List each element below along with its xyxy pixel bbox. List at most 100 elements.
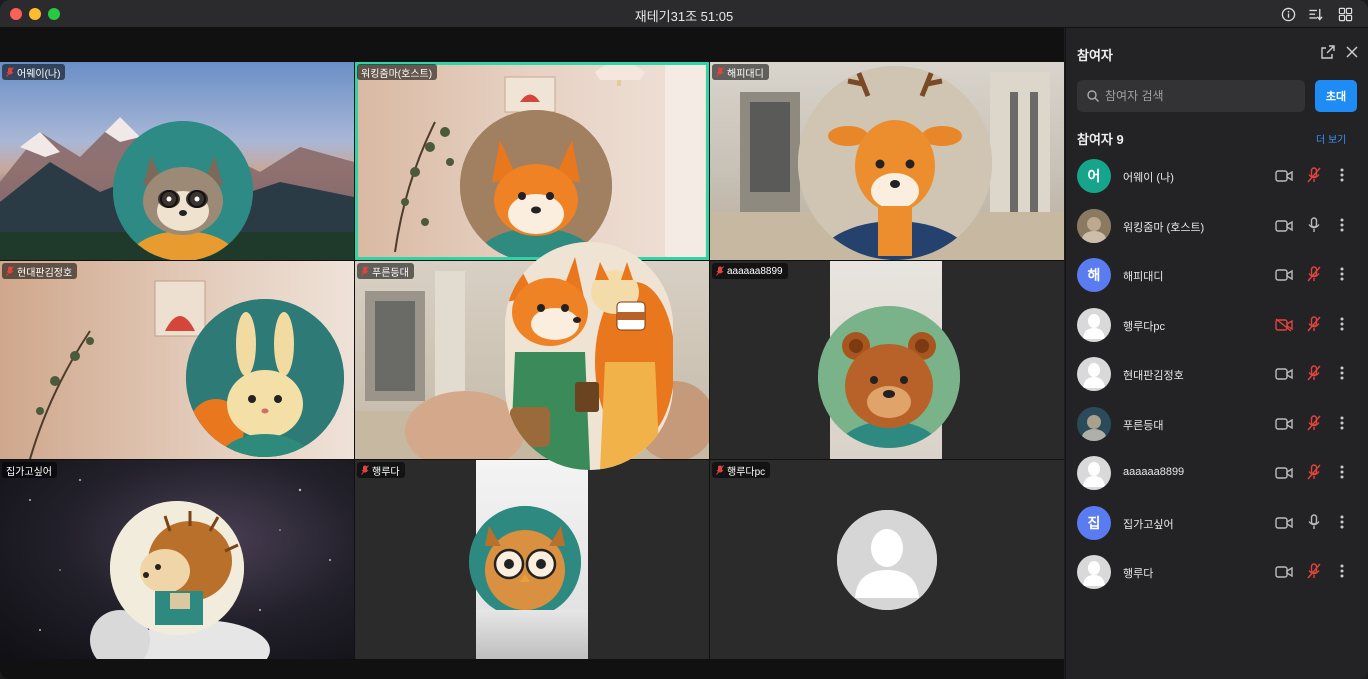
- participant-name-tag: 어웨이(나): [2, 64, 66, 80]
- camera-icon[interactable]: [1275, 516, 1293, 530]
- participant-name: 어웨이 (나): [1123, 172, 1174, 184]
- participant-row[interactable]: 집 집가고싶어: [1066, 498, 1368, 548]
- mic-muted-icon[interactable]: [1307, 365, 1321, 381]
- sort-icon[interactable]: [1307, 5, 1325, 23]
- bear-avatar: [818, 306, 960, 448]
- participant-search[interactable]: [1077, 80, 1305, 112]
- more-options-icon[interactable]: [1336, 463, 1348, 481]
- participant-row[interactable]: 행루다pc: [1066, 300, 1368, 350]
- owl-avatar: [469, 506, 581, 618]
- more-options-icon[interactable]: [1336, 364, 1348, 382]
- mic-muted-icon[interactable]: [1307, 315, 1321, 332]
- camera-icon[interactable]: [1275, 466, 1293, 480]
- camera-icon[interactable]: [1275, 219, 1293, 233]
- raccoon-avatar: [113, 121, 253, 260]
- participant-name-tag: 집가고싶어: [2, 462, 57, 478]
- avatar: [1077, 357, 1111, 391]
- avatar: [1077, 456, 1111, 490]
- more-options-icon[interactable]: [1336, 216, 1348, 234]
- panel-title: 참여자: [1077, 48, 1113, 63]
- mic-muted-icon: [6, 67, 14, 77]
- participant-name: aaaaaa8899: [1123, 466, 1185, 478]
- camera-icon[interactable]: [1275, 565, 1293, 579]
- title-bar: 재테기31조 51:05: [0, 0, 1368, 28]
- invite-button[interactable]: 초대: [1315, 80, 1357, 112]
- mic-muted-icon: [361, 465, 369, 475]
- search-icon: [1087, 90, 1099, 102]
- more-link[interactable]: 더 보기: [1316, 131, 1346, 146]
- participant-name: 행루다pc: [1123, 320, 1165, 333]
- hedgehog-avatar: [110, 501, 244, 635]
- fox-avatar: [460, 110, 612, 260]
- participant-name-tag: 푸른등대: [357, 263, 414, 279]
- mic-muted-icon[interactable]: [1307, 563, 1321, 579]
- camera-icon[interactable]: [1275, 367, 1293, 381]
- participant-name: 행루다: [1123, 568, 1154, 580]
- more-options-icon[interactable]: [1336, 166, 1348, 184]
- participant-list: 어 어웨이 (나) 워킹줌마 (호스트) 해 해피대디행루다pc 현대판김정호푸른등대 aa…: [1066, 151, 1368, 597]
- avatar: [1077, 307, 1111, 342]
- camera-icon[interactable]: [1275, 417, 1293, 431]
- participant-row[interactable]: 현대판김정호: [1066, 349, 1368, 399]
- more-options-icon[interactable]: [1336, 414, 1348, 432]
- mic-muted-icon: [716, 266, 724, 276]
- avatar: 어: [1077, 159, 1111, 193]
- participant-row[interactable]: 워킹줌마 (호스트): [1066, 201, 1368, 251]
- close-icon[interactable]: [1344, 44, 1360, 60]
- participant-row[interactable]: 어 어웨이 (나): [1066, 151, 1368, 201]
- video-tile[interactable]: 워킹줌마(호스트): [355, 62, 709, 260]
- participant-name: 푸른등대: [1123, 419, 1164, 432]
- mic-muted-icon: [716, 67, 724, 77]
- rabbit-avatar: [186, 299, 344, 457]
- avatar: [1077, 208, 1111, 243]
- camera-off-icon[interactable]: [1275, 317, 1293, 332]
- participant-row[interactable]: 푸른등대: [1066, 399, 1368, 449]
- participant-row[interactable]: aaaaaa8899: [1066, 448, 1368, 498]
- camera-icon[interactable]: [1275, 169, 1293, 183]
- participant-name: 집가고싶어: [1123, 518, 1174, 531]
- more-options-icon[interactable]: [1336, 513, 1348, 531]
- avatar: 집: [1077, 505, 1111, 540]
- avatar: [1077, 555, 1111, 589]
- participant-name-tag: 워킹줌마(호스트): [357, 64, 438, 80]
- participant-name-tag: 행루다: [357, 462, 405, 478]
- participant-count: 참여자 9: [1077, 132, 1124, 147]
- video-tile[interactable]: 행루다: [355, 460, 709, 659]
- grid-view-icon[interactable]: [1336, 5, 1354, 23]
- mic-muted-icon: [361, 266, 369, 276]
- mic-muted-icon: [716, 465, 724, 475]
- video-tile[interactable]: 어웨이(나): [0, 62, 354, 260]
- mic-muted-icon: [6, 266, 14, 276]
- video-tile[interactable]: 행루다pc: [710, 460, 1064, 659]
- mic-icon[interactable]: [1307, 216, 1321, 233]
- participant-name-tag: 해피대디: [712, 64, 769, 80]
- participant-name: 현대판김정호: [1123, 370, 1184, 382]
- video-tile[interactable]: 해피대디: [710, 62, 1064, 260]
- mic-muted-icon[interactable]: [1307, 266, 1321, 282]
- mic-muted-icon[interactable]: [1307, 414, 1321, 431]
- video-grid: 어웨이(나) 워킹줌마(호스트) 해피대디 현대판김정호 푸른등대 aaaaaa…: [0, 28, 1064, 679]
- avatar: 해: [1077, 258, 1111, 292]
- more-options-icon[interactable]: [1336, 562, 1348, 580]
- deer-avatar: [798, 66, 992, 260]
- info-icon[interactable]: [1279, 5, 1297, 23]
- search-input[interactable]: [1105, 89, 1295, 103]
- mic-muted-icon[interactable]: [1307, 464, 1321, 480]
- mic-icon[interactable]: [1307, 513, 1321, 530]
- video-tile[interactable]: aaaaaa8899: [710, 261, 1064, 459]
- meeting-window: 재테기31조 51:05 어웨이(나) 워킹줌마(호스트) 해피대디 현대판김정…: [0, 0, 1368, 679]
- participant-name: 워킹줌마 (호스트): [1123, 221, 1205, 234]
- more-options-icon[interactable]: [1336, 265, 1348, 283]
- window-title: 재테기31조 51:05: [634, 9, 734, 24]
- popout-icon[interactable]: [1320, 44, 1336, 60]
- participant-name-tag: 행루다pc: [712, 462, 771, 478]
- participant-name-tag: aaaaaa8899: [712, 263, 788, 279]
- mic-muted-icon[interactable]: [1307, 167, 1321, 183]
- fox-squirrel-avatar: [505, 242, 673, 470]
- camera-icon[interactable]: [1275, 268, 1293, 282]
- participant-row[interactable]: 행루다: [1066, 547, 1368, 597]
- participant-row[interactable]: 해 해피대디: [1066, 250, 1368, 300]
- more-options-icon[interactable]: [1336, 315, 1348, 333]
- video-tile[interactable]: 집가고싶어: [0, 460, 354, 659]
- video-tile[interactable]: 현대판김정호: [0, 261, 354, 459]
